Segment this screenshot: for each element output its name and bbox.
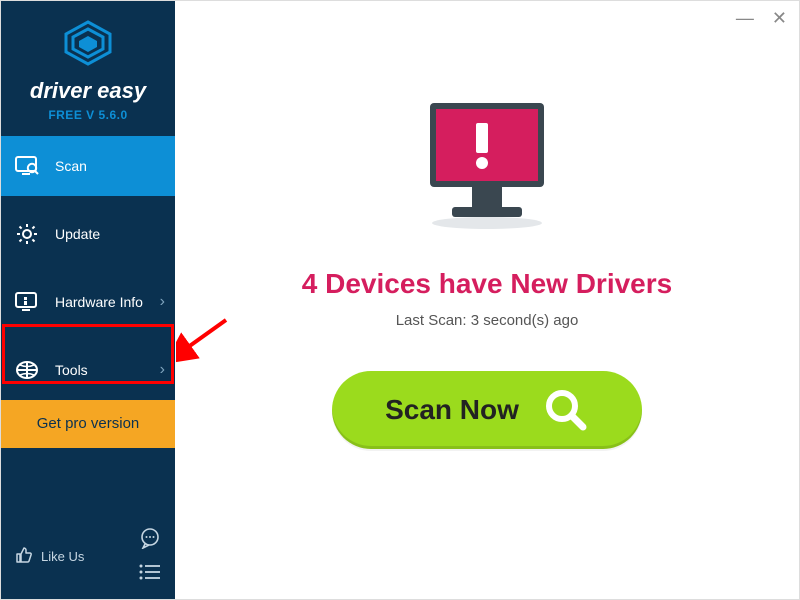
menu-list-icon[interactable]: [139, 564, 161, 585]
sidebar-item-tools[interactable]: Tools ›: [1, 340, 175, 400]
content: 4 Devices have New Drivers Last Scan: 3 …: [175, 5, 799, 449]
brand-version: FREE V 5.6.0: [1, 108, 175, 122]
gear-icon: [15, 222, 39, 246]
brand-name: driver easy: [1, 78, 175, 104]
logo-area: driver easy FREE V 5.6.0: [1, 1, 175, 136]
last-scan-text: Last Scan: 3 second(s) ago: [396, 312, 579, 329]
sidebar-item-label: Scan: [55, 158, 87, 174]
main-panel: — ✕ 4 Devices have New Drivers Last Scan…: [175, 1, 799, 599]
sidebar-item-label: Update: [55, 226, 100, 242]
sidebar: driver easy FREE V 5.6.0 Scan: [1, 1, 175, 599]
logo-icon: [61, 19, 115, 72]
close-button[interactable]: ✕: [772, 9, 787, 27]
thumbs-up-icon: [15, 546, 33, 567]
scan-icon: [15, 154, 39, 178]
feedback-icon[interactable]: [139, 527, 161, 554]
sidebar-item-label: Hardware Info: [55, 294, 143, 310]
magnifier-icon: [543, 387, 589, 433]
sidebar-item-label: Tools: [55, 362, 88, 378]
app-window: driver easy FREE V 5.6.0 Scan: [0, 0, 800, 600]
scan-now-button[interactable]: Scan Now: [332, 371, 642, 449]
status-headline: 4 Devices have New Drivers: [302, 268, 672, 300]
tools-icon: [15, 358, 39, 382]
minimize-button[interactable]: —: [736, 9, 754, 27]
like-us-button[interactable]: Like Us: [15, 546, 84, 567]
sidebar-item-scan[interactable]: Scan: [1, 136, 175, 196]
scan-now-label: Scan Now: [385, 394, 519, 426]
chevron-right-icon: ›: [160, 293, 165, 311]
hardware-info-icon: [15, 290, 39, 314]
sidebar-bottom: Like Us: [1, 517, 175, 599]
sidebar-item-update[interactable]: Update: [1, 204, 175, 264]
get-pro-button[interactable]: Get pro version: [1, 400, 175, 448]
sidebar-item-hardware-info[interactable]: Hardware Info ›: [1, 272, 175, 332]
like-us-label: Like Us: [41, 549, 84, 564]
monitor-alert-icon: [412, 95, 562, 240]
chevron-right-icon: ›: [160, 361, 165, 379]
window-controls: — ✕: [736, 9, 787, 27]
